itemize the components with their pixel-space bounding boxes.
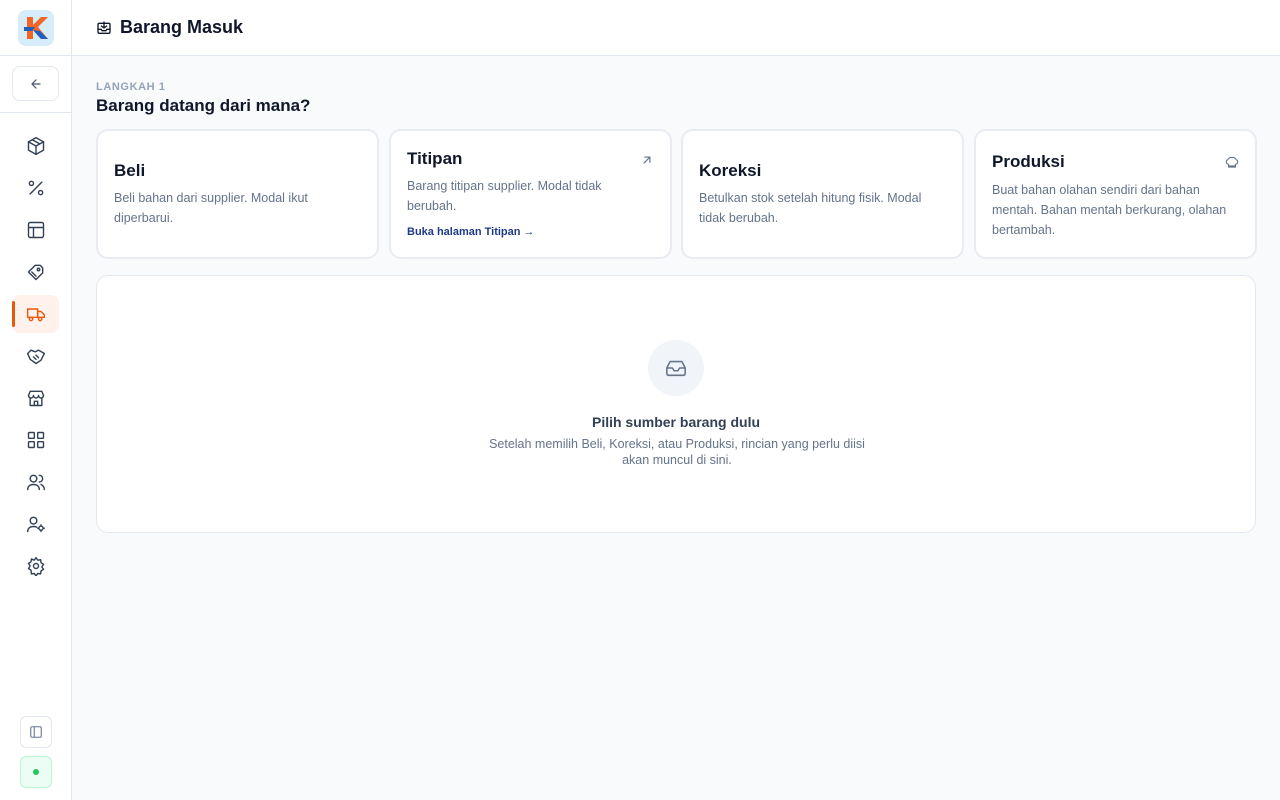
card-description: Beli bahan dari supplier. Modal ikut dip…: [114, 191, 308, 225]
sidebar-item-ingredients[interactable]: [12, 253, 59, 291]
card-title: Produksi: [992, 152, 1065, 171]
card-description: Buat bahan olahan sendiri dari bahan men…: [992, 183, 1227, 237]
grid-icon: [27, 431, 44, 449]
details-empty-state: Pilih sumber barang dulu Setelah memilih…: [96, 275, 1256, 533]
percent-icon: [28, 180, 43, 196]
top-bar: Barang Masuk: [72, 0, 1280, 56]
source-card-produksi[interactable]: Produksi Buat bahan olahan sendiri dari …: [974, 129, 1257, 259]
sidebar-item-consignment[interactable]: [12, 337, 59, 375]
card-description: Barang titipan supplier. Modal tidak ber…: [407, 179, 602, 213]
inbox-icon: [666, 360, 686, 377]
arrow-up-right-icon: [643, 156, 651, 164]
arrow-left-icon: [30, 78, 41, 89]
user-cog-icon: [26, 516, 45, 533]
handshake-icon: [26, 349, 45, 365]
step-label: LANGKAH 1: [96, 81, 166, 93]
store-icon: [27, 390, 44, 407]
truck-icon: [26, 308, 45, 322]
panel-left-icon: [30, 726, 42, 738]
gear-icon: [27, 556, 44, 576]
status-dot-icon: [33, 769, 39, 775]
sidebar: [0, 0, 72, 800]
sidebar-item-staff[interactable]: [12, 505, 59, 543]
empty-state-description: Setelah memilih Beli, Koreksi, atau Prod…: [489, 437, 865, 467]
step-heading: Barang datang dari mana?: [96, 96, 311, 115]
sidebar-item-incoming-goods[interactable]: [12, 295, 59, 333]
card-title: Koreksi: [699, 161, 762, 180]
source-card-titipan[interactable]: Titipan Barang titipan supplier. Modal t…: [389, 129, 672, 259]
inbox-download-icon: [97, 20, 111, 34]
sidebar-divider: [0, 55, 71, 56]
inbox-icon-wrapper: [648, 340, 704, 396]
sidebar-item-settings[interactable]: [12, 547, 59, 585]
chef-hat-icon: [1225, 156, 1239, 168]
back-button[interactable]: [12, 66, 59, 101]
sidebar-item-customers[interactable]: [12, 463, 59, 501]
sidebar-divider: [0, 112, 71, 113]
card-description: Betulkan stok setelah hitung fisik. Moda…: [699, 191, 922, 225]
page-title: Barang Masuk: [120, 17, 244, 37]
card-title: Titipan: [407, 149, 463, 168]
sidebar-item-discounts[interactable]: [12, 169, 59, 207]
source-card-koreksi[interactable]: Koreksi Betulkan stok setelah hitung fis…: [681, 129, 964, 259]
card-title: Beli: [114, 161, 146, 180]
sidebar-item-store[interactable]: [12, 379, 59, 417]
package-icon: [27, 136, 44, 156]
source-card-beli[interactable]: Beli Beli bahan dari supplier. Modal iku…: [96, 129, 379, 259]
sidebar-collapse-button[interactable]: [20, 716, 52, 748]
open-titipan-link[interactable]: Buka halaman Titipan →: [407, 226, 535, 238]
layout-icon: [27, 221, 44, 239]
empty-state-title: Pilih sumber barang dulu: [591, 414, 761, 430]
sidebar-item-products[interactable]: [12, 127, 59, 165]
users-icon: [26, 474, 45, 491]
sidebar-item-apps[interactable]: [12, 421, 59, 459]
app-logo[interactable]: [18, 10, 54, 46]
sidebar-item-layout[interactable]: [12, 211, 59, 249]
connection-status-button[interactable]: [20, 756, 52, 788]
logo-icon: [24, 17, 48, 39]
tag-icon: [27, 264, 43, 281]
